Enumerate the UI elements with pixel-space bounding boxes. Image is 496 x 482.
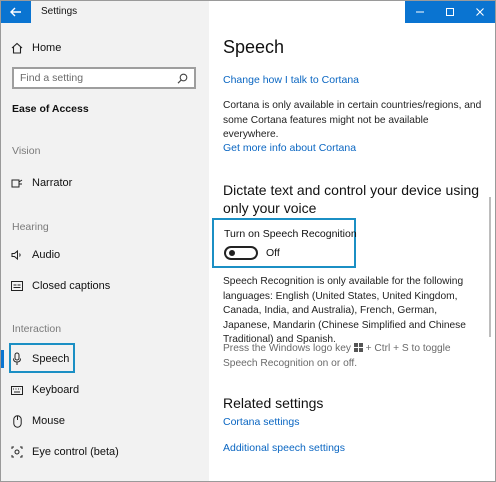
related-link-cortana-settings[interactable]: Cortana settings xyxy=(223,416,299,428)
sidebar-item-narrator[interactable]: Narrator xyxy=(11,172,72,194)
close-button[interactable] xyxy=(465,1,495,23)
sidebar-item-label: Speech xyxy=(32,353,70,365)
sidebar-item-keyboard[interactable]: Keyboard xyxy=(11,379,79,401)
change-cortana-link[interactable]: Change how I talk to Cortana xyxy=(223,74,359,86)
sidebar-item-home[interactable]: Home xyxy=(11,37,61,59)
speech-recognition-toggle[interactable] xyxy=(224,246,258,260)
toggle-state: Off xyxy=(266,247,280,259)
sidebar-item-eye-control[interactable]: Eye control (beta) xyxy=(11,441,119,463)
close-icon xyxy=(476,8,484,16)
sidebar-item-audio[interactable]: Audio xyxy=(11,244,60,266)
windows-logo-icon xyxy=(353,343,363,352)
search-icon xyxy=(177,73,188,87)
app-title: Settings xyxy=(41,6,78,17)
recognition-languages-note: Speech Recognition is only available for… xyxy=(223,276,466,345)
sidebar-item-label: Audio xyxy=(32,249,61,261)
related-settings-heading: Related settings xyxy=(223,395,324,411)
cortana-info-link[interactable]: Get more info about Cortana xyxy=(223,142,356,154)
sidebar-item-mouse[interactable]: Mouse xyxy=(11,410,65,432)
sidebar-item-label: Home xyxy=(32,42,62,54)
group-label-interaction: Interaction xyxy=(12,323,62,335)
keyboard-icon xyxy=(11,383,23,397)
toggle-highlight-box xyxy=(212,218,356,268)
search-input[interactable]: Find a setting xyxy=(12,67,196,89)
minimize-button[interactable] xyxy=(405,1,435,23)
sidebar-item-closed-captions[interactable]: Closed captions xyxy=(11,275,110,297)
maximize-icon xyxy=(446,8,454,16)
page-title: Speech xyxy=(223,37,285,57)
toggle-knob xyxy=(229,250,235,256)
dictate-heading: Dictate text and control your device usi… xyxy=(223,182,480,216)
related-link-additional-speech[interactable]: Additional speech settings xyxy=(223,442,345,454)
eye-icon xyxy=(11,445,23,459)
sidebar-item-label: Keyboard xyxy=(32,384,80,396)
back-arrow-icon xyxy=(10,7,21,17)
home-icon xyxy=(11,41,23,55)
shortcut-note: Press the Windows logo key + Ctrl + S to… xyxy=(223,343,451,369)
closed-captions-icon xyxy=(11,279,23,293)
settings-window: Settings Home Find a setting Ease of Acc… xyxy=(0,0,496,482)
group-label-hearing: Hearing xyxy=(12,221,49,233)
sidebar: Settings Home Find a setting Ease of Acc… xyxy=(1,1,209,481)
narrator-icon xyxy=(11,176,23,190)
category-heading: Ease of Access xyxy=(12,103,89,115)
minimize-icon xyxy=(416,11,424,13)
group-label-vision: Vision xyxy=(12,145,41,157)
sidebar-item-label: Narrator xyxy=(32,177,73,189)
title-bar: Settings xyxy=(1,1,209,23)
back-button[interactable] xyxy=(1,1,31,23)
speaker-icon xyxy=(11,248,23,262)
toggle-label: Turn on Speech Recognition xyxy=(224,228,357,240)
maximize-button[interactable] xyxy=(435,1,465,23)
sidebar-item-label: Closed captions xyxy=(32,280,111,292)
microphone-icon xyxy=(11,352,23,366)
main-content: Speech Change how I talk to Cortana Cort… xyxy=(209,1,495,481)
scrollbar[interactable] xyxy=(489,197,491,337)
sidebar-item-label: Eye control (beta) xyxy=(32,446,119,458)
mouse-icon xyxy=(11,414,23,428)
selected-indicator xyxy=(1,350,4,368)
sidebar-item-label: Mouse xyxy=(32,415,66,427)
cortana-availability-note: Cortana is only available in certain cou… xyxy=(223,100,482,140)
sidebar-item-speech[interactable]: Speech xyxy=(11,348,69,370)
